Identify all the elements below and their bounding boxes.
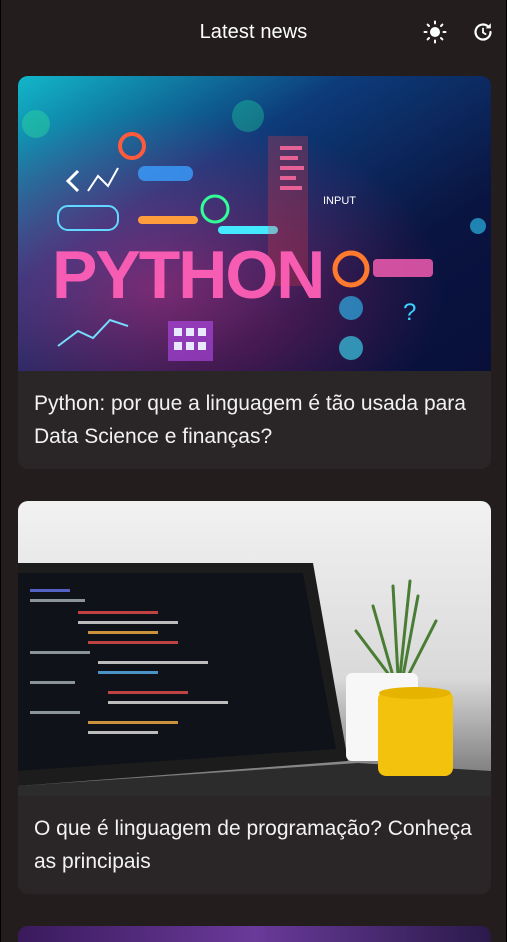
page-title: Latest news — [199, 20, 308, 43]
article-title[interactable]: Python: por que a linguagem é tão usada … — [34, 387, 475, 453]
image-python-label: PYTHON — [52, 237, 323, 313]
article-image — [18, 926, 491, 942]
card-caption: Python: por que a linguagem é tão usada … — [18, 371, 491, 469]
refresh-button[interactable] — [469, 18, 497, 46]
sun-icon — [423, 20, 447, 44]
theme-toggle-button[interactable] — [421, 18, 449, 46]
refresh-icon — [474, 23, 492, 41]
article-title[interactable]: O que é linguagem de programação? Conheç… — [34, 812, 475, 878]
news-app: Latest news INPUT PYTHON ? Python: por q… — [0, 0, 507, 942]
news-card[interactable]: INPUT PYTHON ? Python: por que a linguag… — [18, 76, 491, 469]
article-image-laptop — [18, 501, 491, 796]
svg-text:?: ? — [403, 299, 416, 326]
news-card[interactable]: O que é linguagem de programação? Conheç… — [18, 501, 491, 894]
app-header: Latest news — [1, 0, 506, 64]
news-card[interactable] — [18, 926, 491, 942]
card-caption: O que é linguagem de programação? Conheç… — [18, 796, 491, 894]
news-feed[interactable]: INPUT PYTHON ? Python: por que a linguag… — [18, 76, 491, 942]
article-image-python: INPUT PYTHON ? — [18, 76, 491, 371]
image-input-label: INPUT — [323, 195, 356, 207]
